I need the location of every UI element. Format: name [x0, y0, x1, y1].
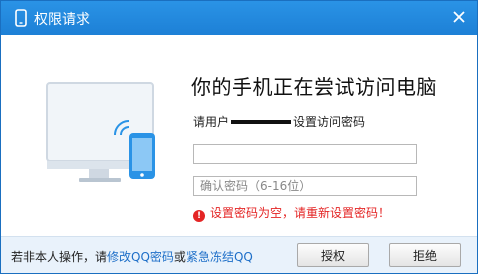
reject-button[interactable]: 拒绝 — [389, 243, 461, 267]
footer-prefix: 若非本人操作，请 — [11, 250, 108, 264]
headline: 你的手机正在尝试访问电脑 — [191, 75, 437, 99]
footer-text: 若非本人操作，请修改QQ密码或紧急冻结QQ — [11, 248, 253, 265]
phone-button — [140, 173, 144, 177]
monitor-base — [79, 178, 121, 182]
phone-icon — [15, 9, 27, 27]
error-text: 设置密码为空，请重新设置密码！ — [210, 206, 391, 220]
subline: 请用户 设置访问密码 — [193, 113, 365, 130]
footer-bar: 若非本人操作，请修改QQ密码或紧急冻结QQ 授权 拒绝 — [1, 236, 477, 273]
phone-screen — [132, 138, 152, 171]
password-input[interactable] — [193, 144, 417, 164]
change-qq-password-link[interactable]: 修改QQ密码 — [107, 250, 174, 264]
permission-dialog: 权限请求 你的手机正在尝试访问电脑 请用户 设置访问密码 ! 设置密码为空，请重新设… — [0, 0, 478, 274]
error-icon: ! — [193, 210, 205, 222]
authorize-button[interactable]: 授权 — [297, 243, 369, 267]
close-icon[interactable] — [449, 7, 469, 27]
redacted-username — [231, 119, 292, 124]
freeze-qq-link[interactable]: 紧急冻结QQ — [186, 250, 253, 264]
subline-suffix: 设置访问密码 — [293, 115, 366, 129]
footer-or: 或 — [173, 250, 186, 264]
monitor-neck — [89, 169, 109, 179]
subline-prefix: 请用户 — [193, 115, 230, 129]
monitor-phone-illustration — [46, 82, 155, 182]
error-message: ! 设置密码为空，请重新设置密码！ — [193, 204, 390, 222]
window-title: 权限请求 — [34, 12, 90, 28]
title-bar[interactable]: 权限请求 — [1, 1, 477, 35]
confirm-password-input[interactable] — [193, 176, 417, 196]
